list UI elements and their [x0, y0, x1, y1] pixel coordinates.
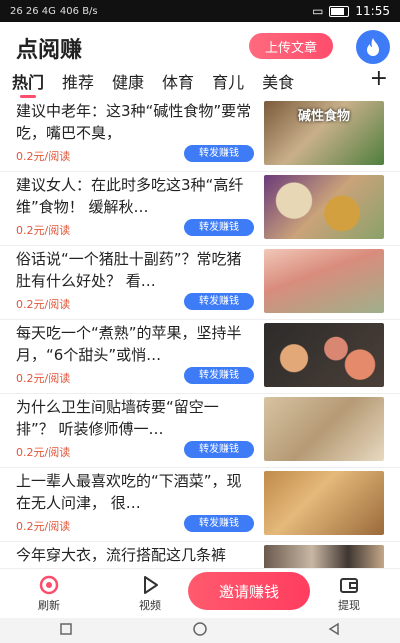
share-earn-button[interactable]: 转发赚钱	[184, 293, 254, 310]
article-thumbnail[interactable]	[264, 545, 384, 568]
article-thumbnail[interactable]	[264, 471, 384, 535]
share-earn-button[interactable]: 转发赚钱	[184, 219, 254, 236]
status-bar: 26 26 4G 406 B/s ▭ 11:55	[0, 0, 400, 22]
wallet-icon	[340, 578, 358, 593]
article-price: 0.2元/阅读	[16, 150, 71, 163]
share-earn-button[interactable]: 转发赚钱	[184, 145, 254, 162]
tab-sports[interactable]: 体育	[162, 69, 194, 93]
clock: 11:55	[355, 4, 390, 18]
nav-withdraw[interactable]: 提现	[324, 573, 374, 613]
article-item[interactable]: 上一辈人最喜欢吃的“下酒菜”，现在无人问津， 很… 0.2元/阅读 转发赚钱	[0, 468, 400, 542]
article-price: 0.2元/阅读	[16, 224, 71, 237]
system-nav-bar	[0, 618, 400, 643]
app-title: 点阅赚	[16, 38, 83, 63]
article-title[interactable]: 为什么卫生间贴墙砖要“留空一排”？ 听装修师傅一…	[16, 396, 254, 440]
thumbnail-caption: 碱性食物	[297, 109, 350, 124]
play-icon	[144, 576, 158, 594]
article-price: 0.2元/阅读	[16, 298, 71, 311]
tab-hot[interactable]: 热门	[12, 69, 44, 98]
article-item[interactable]: 建议中老年：这3种“碱性食物”要常吃，嘴巴不臭， 0.2元/阅读 转发赚钱 碱性…	[0, 98, 400, 172]
article-title[interactable]: 今年穿大衣，流行搭配这几条裤子，时髦洋气又显高	[16, 544, 254, 568]
article-thumbnail[interactable]	[264, 249, 384, 313]
article-item[interactable]: 建议女人：在此时多吃这3种“高纤维”食物！ 缓解秋… 0.2元/阅读 转发赚钱	[0, 172, 400, 246]
tab-parenting[interactable]: 育儿	[212, 69, 244, 93]
nav-video-label: 视频	[139, 599, 161, 612]
nav-video[interactable]: 视频	[125, 573, 175, 613]
upload-article-button[interactable]: 上传文章	[249, 33, 333, 59]
add-tab-button[interactable]: +	[370, 66, 388, 91]
refresh-icon	[39, 575, 59, 595]
article-item[interactable]: 为什么卫生间贴墙砖要“留空一排”？ 听装修师傅一… 0.2元/阅读 转发赚钱	[0, 394, 400, 468]
back-icon[interactable]	[327, 621, 341, 640]
app-header: 点阅赚 上传文章	[0, 22, 400, 66]
article-title[interactable]: 上一辈人最喜欢吃的“下酒菜”，现在无人问津， 很…	[16, 470, 254, 514]
article-thumbnail[interactable]: 碱性食物	[264, 101, 384, 165]
home-icon[interactable]	[192, 621, 208, 641]
article-title[interactable]: 每天吃一个“煮熟”的苹果，坚持半月，“6个甜头”或悄…	[16, 322, 254, 366]
article-title[interactable]: 俗话说“一个猪肚十副药”？常吃猪肚有什么好处？ 看…	[16, 248, 254, 292]
category-tabs: 热门 推荐 健康 体育 育儿 美食 +	[0, 66, 400, 98]
tab-food[interactable]: 美食	[262, 69, 294, 93]
invite-earn-button[interactable]: 邀请赚钱	[188, 572, 310, 610]
article-thumbnail[interactable]	[264, 175, 384, 239]
status-right: ▭ 11:55	[312, 4, 390, 18]
article-price: 0.2元/阅读	[16, 372, 71, 385]
tab-recommend[interactable]: 推荐	[62, 69, 94, 93]
recent-apps-icon[interactable]	[59, 621, 73, 640]
bottom-nav: 刷新 视频 邀请赚钱 提现	[0, 568, 400, 619]
tab-health[interactable]: 健康	[112, 69, 144, 93]
article-thumbnail[interactable]	[264, 323, 384, 387]
nav-refresh-label: 刷新	[38, 599, 60, 612]
flame-icon	[367, 38, 379, 56]
nav-refresh[interactable]: 刷新	[24, 573, 74, 613]
article-price: 0.2元/阅读	[16, 520, 71, 533]
article-list[interactable]: 建议中老年：这3种“碱性食物”要常吃，嘴巴不臭， 0.2元/阅读 转发赚钱 碱性…	[0, 98, 400, 568]
status-left: 26 26 4G 406 B/s	[10, 6, 98, 17]
article-item[interactable]: 俗话说“一个猪肚十副药”？常吃猪肚有什么好处？ 看… 0.2元/阅读 转发赚钱	[0, 246, 400, 320]
battery-icon	[329, 5, 350, 17]
vibrate-icon: ▭	[312, 4, 324, 18]
nav-withdraw-label: 提现	[338, 599, 360, 612]
share-earn-button[interactable]: 转发赚钱	[184, 515, 254, 532]
article-title[interactable]: 建议中老年：这3种“碱性食物”要常吃，嘴巴不臭，	[16, 100, 254, 144]
hot-button[interactable]	[356, 30, 390, 64]
share-earn-button[interactable]: 转发赚钱	[184, 367, 254, 384]
network-speed: 406 B/s	[59, 5, 98, 17]
signal-text: 26 26 4G	[10, 5, 56, 17]
article-item[interactable]: 今年穿大衣，流行搭配这几条裤子，时髦洋气又显高	[0, 542, 400, 568]
article-item[interactable]: 每天吃一个“煮熟”的苹果，坚持半月，“6个甜头”或悄… 0.2元/阅读 转发赚钱	[0, 320, 400, 394]
share-earn-button[interactable]: 转发赚钱	[184, 441, 254, 458]
article-title[interactable]: 建议女人：在此时多吃这3种“高纤维”食物！ 缓解秋…	[16, 174, 254, 218]
article-thumbnail[interactable]	[264, 397, 384, 461]
article-price: 0.2元/阅读	[16, 446, 71, 459]
